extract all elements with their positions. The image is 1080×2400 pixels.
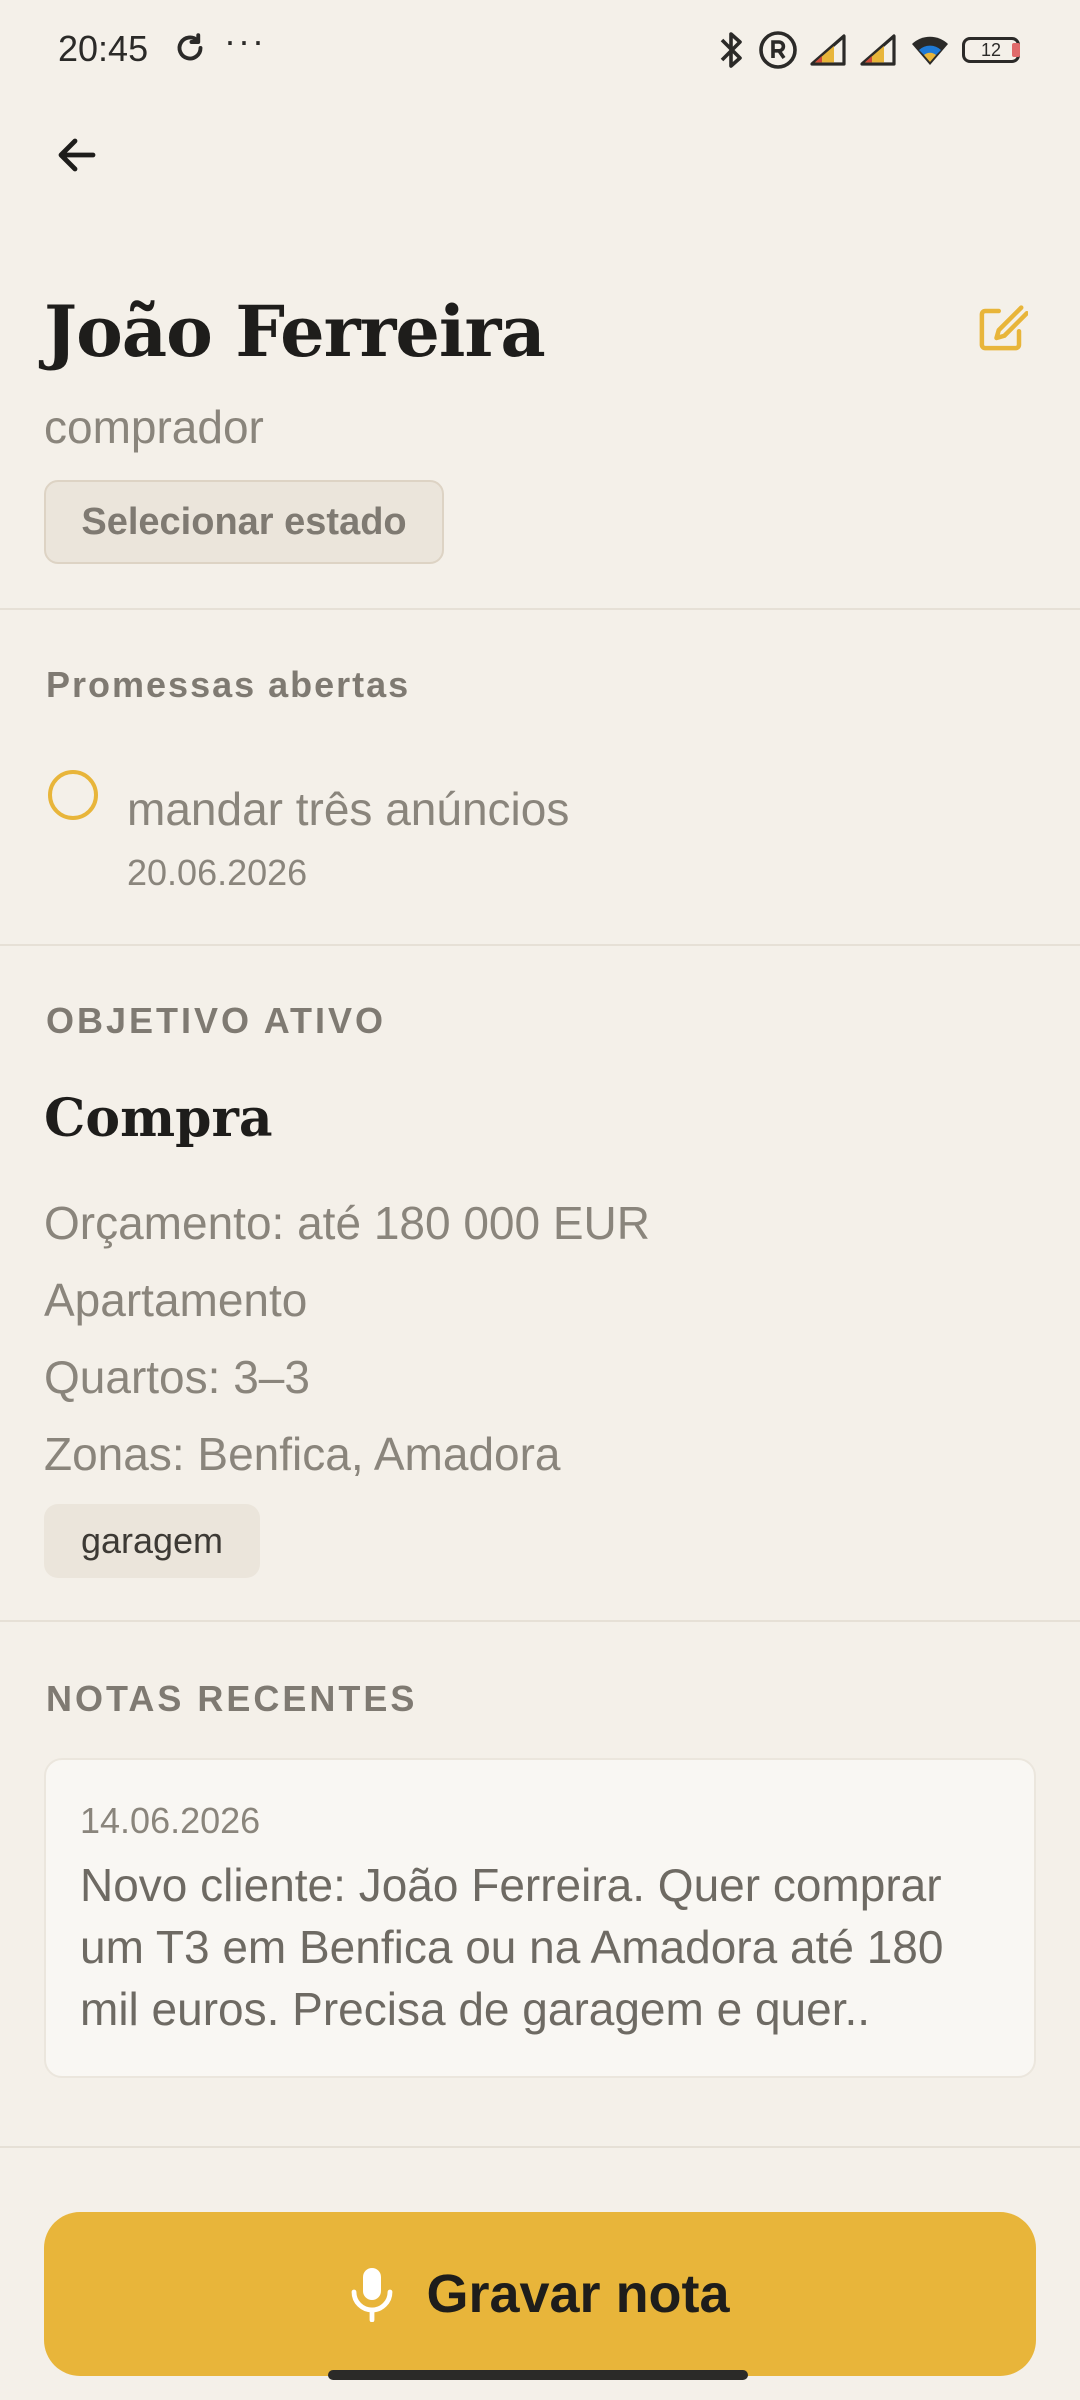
divider [0, 944, 1080, 946]
goal-title: Compra [44, 1088, 273, 1149]
divider [0, 608, 1080, 610]
contact-name: João Ferreira [44, 290, 546, 373]
divider [0, 2146, 1080, 2148]
note-text: Novo cliente: João Ferreira. Quer compra… [80, 1859, 944, 2035]
promise-text: mandar três anúncios [127, 783, 570, 835]
note-date: 14.06.2026 [80, 1800, 261, 1841]
wifi-icon [912, 36, 948, 65]
back-button[interactable] [44, 122, 110, 188]
goal-label: OBJETIVO ATIVO [46, 1000, 387, 1041]
goal-rooms: Quartos: 3–3 [44, 1351, 310, 1403]
goal-budget: Orçamento: até 180 000 EUR [44, 1197, 650, 1249]
battery-icon: 12 [962, 37, 1020, 63]
registered-icon [759, 31, 797, 69]
promises-label: Promessas abertas [46, 664, 411, 705]
divider [0, 1620, 1080, 1622]
sync-icon [177, 33, 203, 61]
status-time: 20:45 [58, 28, 149, 69]
record-note-label: Gravar nota [426, 2264, 730, 2324]
more-notifications-icon: ··· [224, 20, 266, 61]
status-icons: 12 [718, 30, 1020, 70]
edit-button[interactable] [968, 296, 1034, 362]
note-card[interactable]: 14.06.2026 Novo cliente: João Ferreira. … [44, 1758, 1036, 2078]
contact-role: comprador [44, 401, 264, 453]
tag-chip: garagem [44, 1504, 260, 1578]
battery-level: 12 [980, 39, 1002, 60]
goal-zones: Zonas: Benfica, Amadora [44, 1428, 561, 1480]
home-indicator[interactable] [328, 2370, 748, 2380]
promise-checkbox[interactable] [48, 770, 98, 820]
signal-2-icon [860, 34, 896, 66]
bluetooth-icon [720, 32, 742, 68]
promise-date: 20.06.2026 [127, 852, 308, 893]
notes-label: NOTAS RECENTES [46, 1678, 418, 1719]
signal-icon [810, 34, 846, 66]
select-state-button[interactable]: Selecionar estado [44, 480, 444, 564]
goal-type: Apartamento [44, 1274, 308, 1326]
edit-icon [979, 305, 1028, 351]
arrow-left-icon [58, 138, 96, 172]
microphone-icon [352, 2268, 393, 2322]
record-note-button[interactable]: Gravar nota [44, 2212, 1036, 2376]
